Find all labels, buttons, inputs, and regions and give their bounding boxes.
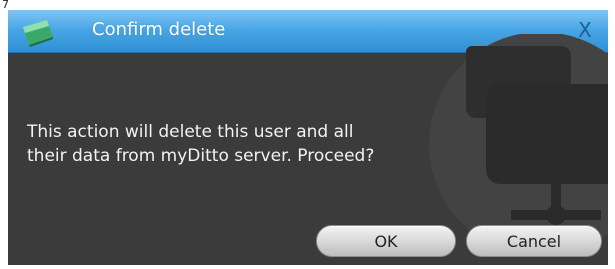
cancel-button[interactable]: Cancel (466, 225, 602, 257)
dialog-title: Confirm delete (92, 19, 226, 40)
confirmation-message: This action will delete this user and al… (27, 120, 497, 168)
corner-mark: 7 (2, 0, 9, 11)
message-line: This action will delete this user and al… (27, 122, 354, 142)
mydittobox-icon (21, 17, 55, 47)
message-line: their data from myDitto server. Proceed? (27, 146, 375, 166)
confirm-delete-dialog: Confirm delete X This action will delete… (8, 10, 608, 265)
ok-button[interactable]: OK (316, 225, 456, 257)
